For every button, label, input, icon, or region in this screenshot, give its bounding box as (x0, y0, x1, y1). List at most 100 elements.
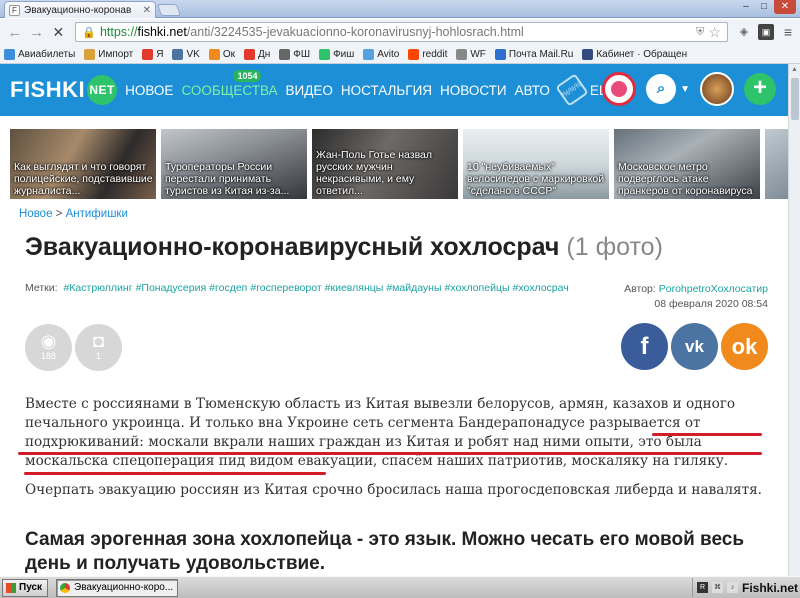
bookmark-item[interactable]: VK (172, 48, 200, 60)
nav-item[interactable]: СООБЩЕСТВА 1054 (181, 69, 278, 98)
tab-close-icon[interactable]: ✕ (143, 5, 151, 16)
bookmark-label: Кабинет · Обращен (596, 48, 688, 60)
system-tray: R ⌘ ♪ Fishki.net (691, 578, 798, 597)
windows-logo-icon (6, 582, 16, 593)
tray-app-icon[interactable]: R (696, 582, 708, 593)
bookmark-label: Импорт (98, 48, 134, 60)
photo-count-label: (1 фото) (566, 233, 663, 261)
tray-volume-icon[interactable]: ♪ (726, 582, 738, 593)
shield-icon[interactable]: ⛨ (696, 26, 704, 39)
tag-link[interactable]: #майдауны (386, 282, 441, 294)
tag-link[interactable]: #госпереворот (250, 282, 321, 294)
bookmark-label: Дн (257, 48, 271, 60)
news-card[interactable]: Туроператоры России перестали принимать … (161, 129, 307, 199)
menu-icon[interactable]: ≡ (780, 24, 796, 40)
breadcrumb-item[interactable]: Антифишки (66, 208, 128, 220)
bookmark-item[interactable]: Я (142, 48, 163, 60)
tag-link[interactable]: #киевлянцы (325, 282, 384, 294)
stop-loading-icon[interactable]: ✕ (48, 22, 70, 42)
nav-item-label: НОВОСТИ (440, 82, 507, 98)
nav-item[interactable]: ВИДЕО (286, 83, 333, 98)
search-icon[interactable]: ⌕ (646, 74, 677, 104)
breadcrumb-item[interactable]: Новое (19, 208, 52, 220)
bookmark-star-icon[interactable]: ☆ (708, 24, 721, 41)
browser-tab[interactable]: F Эвакуационно-коронав ✕ (4, 1, 156, 18)
bookmark-item[interactable]: reddit (408, 48, 448, 60)
window-controls: – □ ✕ (738, 0, 796, 14)
article-title: Эвакуационно-коронавирусный хохлосрач (25, 233, 560, 261)
bookmark-icon (279, 48, 291, 60)
nav-item-label: СООБЩЕСТВА (181, 82, 278, 98)
share-ok-button[interactable]: ok (721, 323, 768, 370)
logo-text: FISHKI (10, 77, 86, 102)
browser-tab-bar: F Эвакуационно-коронав ✕ – □ ✕ (0, 0, 800, 18)
add-post-button[interactable]: + (744, 73, 776, 105)
page-scrollbar[interactable]: ▲ (788, 64, 800, 576)
page-title: Эвакуационно-коронавирусный хохлосрач (1… (25, 233, 663, 262)
minimize-icon[interactable]: – (738, 0, 754, 14)
nav-item[interactable]: НОВОСТИ (440, 83, 507, 98)
nav-item[interactable]: НОСТАЛЬГИЯ (341, 83, 432, 98)
url-path: /anti/3224535-jevakuacionno-koronavirusn… (186, 25, 524, 39)
bookmark-icon (84, 48, 96, 60)
bookmark-label: reddit (422, 48, 448, 60)
bookmark-item[interactable]: Импорт (84, 48, 134, 60)
bookmark-item[interactable]: Почта Mail.Ru (494, 48, 573, 60)
site-header: FISHKI NET НОВОЕ СООБЩЕСТВА 1054 ВИДЕО НОСТА… (0, 64, 788, 116)
bookmark-item[interactable]: ФШ (279, 48, 310, 60)
news-card[interactable]: 10 "неубиваемых" велосипедов с маркировк… (463, 129, 609, 199)
tag-link[interactable]: #хохлопейцы (445, 282, 510, 294)
share-vk-button[interactable]: vk (671, 323, 718, 370)
bookmark-icon (172, 48, 184, 60)
user-avatar[interactable] (602, 72, 637, 106)
tray-network-icon[interactable]: ⌘ (711, 582, 723, 593)
address-bar[interactable]: 🔒 https:// fishki.net /anti/3224535-jeva… (75, 22, 728, 42)
bookmark-item[interactable]: Фиш (319, 48, 354, 60)
breadcrumb-separator: > (52, 208, 66, 220)
news-card[interactable]: Жан-Поль Готье назвал русских мужчин нек… (312, 129, 458, 199)
start-button[interactable]: Пуск (2, 578, 48, 597)
news-card[interactable]: Московское метро подверглось атаке пранк… (614, 129, 760, 199)
nav-item[interactable]: АВТО (515, 83, 550, 98)
odnoklassniki-icon: ok (731, 334, 758, 359)
url-scheme: https:// (99, 25, 138, 39)
new-tab-button[interactable] (156, 4, 182, 16)
author-link[interactable]: PorohpetroХохлосатир (659, 283, 768, 295)
bookmark-item[interactable]: Дн (243, 48, 271, 60)
forward-arrow-icon[interactable]: → (26, 22, 48, 42)
bookmark-item[interactable]: Ок (208, 48, 235, 60)
scroll-up-icon[interactable]: ▲ (791, 66, 798, 73)
main-nav: НОВОЕ СООБЩЕСТВА 1054 ВИДЕО НОСТАЛЬГИЯ НОВОСТ… (125, 69, 558, 98)
bookmark-icon (494, 48, 506, 60)
discount-tag-icon[interactable]: %%% (555, 73, 589, 107)
nav-item[interactable]: НОВОЕ (125, 83, 173, 98)
extension-icon[interactable]: ◈ (736, 24, 752, 40)
profile-avatar[interactable] (700, 72, 734, 106)
news-card[interactable]: Как выглядят и что говорят полицейские, … (10, 129, 156, 199)
lock-icon: 🔒 (82, 26, 96, 39)
tag-link[interactable]: #госдеп (209, 282, 247, 294)
extension-badge-icon[interactable]: ▣ (757, 24, 774, 40)
share-facebook-button[interactable]: f (621, 323, 668, 370)
scrollbar-thumb[interactable] (791, 78, 799, 120)
bookmark-icon (319, 48, 331, 60)
bookmark-item[interactable]: WF (456, 48, 486, 60)
bookmark-item[interactable]: Кабинет · Обращен (582, 48, 688, 60)
tag-link[interactable]: #Понадусерия (136, 282, 207, 294)
site-logo[interactable]: FISHKI NET (10, 75, 118, 105)
bookmark-icon (408, 48, 420, 60)
maximize-icon[interactable]: □ (756, 0, 772, 14)
taskbar-window-item[interactable]: Эвакуационно-коро... (56, 578, 178, 597)
taskbar-item-label: Эвакуационно-коро... (74, 582, 174, 593)
news-card-title: Туроператоры России перестали принимать … (165, 161, 290, 197)
tag-link[interactable]: #Кастрюллинг (63, 282, 132, 294)
tag-link[interactable]: #хохлосрач (513, 282, 569, 294)
news-card-partial[interactable] (765, 129, 788, 199)
bookmark-item[interactable]: Авиабилеты (4, 48, 75, 60)
back-arrow-icon[interactable]: ← (4, 22, 26, 42)
article-paragraph: Очерпать эвакуацию россиян из Китая сроч… (25, 482, 762, 498)
photos-counter: ◘ 1 (75, 324, 122, 371)
window-close-icon[interactable]: ✕ (774, 0, 796, 14)
bookmark-item[interactable]: Avito (363, 48, 399, 60)
chevron-down-icon[interactable]: ▼ (680, 84, 690, 95)
